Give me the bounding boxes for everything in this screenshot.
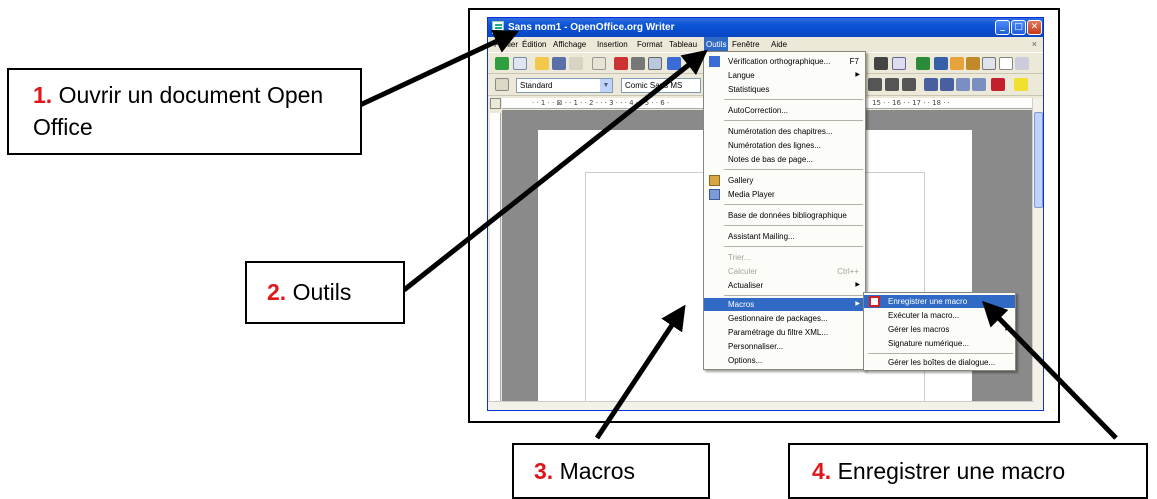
callout-step-2-text: Outils [292, 279, 352, 305]
arrow-to-fichier-menu [358, 30, 520, 108]
callout-step-1-text: Ouvrir un document Open Office [33, 82, 324, 140]
callout-step-3: 3. Macros [512, 443, 710, 499]
callout-step-3-text: Macros [559, 458, 635, 484]
callout-step-2: 2. Outils [245, 261, 405, 324]
callout-step-1: 1. Ouvrir un document Open Office [7, 68, 362, 155]
arrow-to-outils-menu [402, 49, 708, 292]
callout-step-4: 4. Enregistrer une macro [788, 443, 1148, 499]
callout-step-4-text: Enregistrer une macro [837, 458, 1066, 484]
arrow-to-enregistrer-macro [982, 300, 1118, 440]
arrow-to-macros-item [594, 304, 686, 440]
